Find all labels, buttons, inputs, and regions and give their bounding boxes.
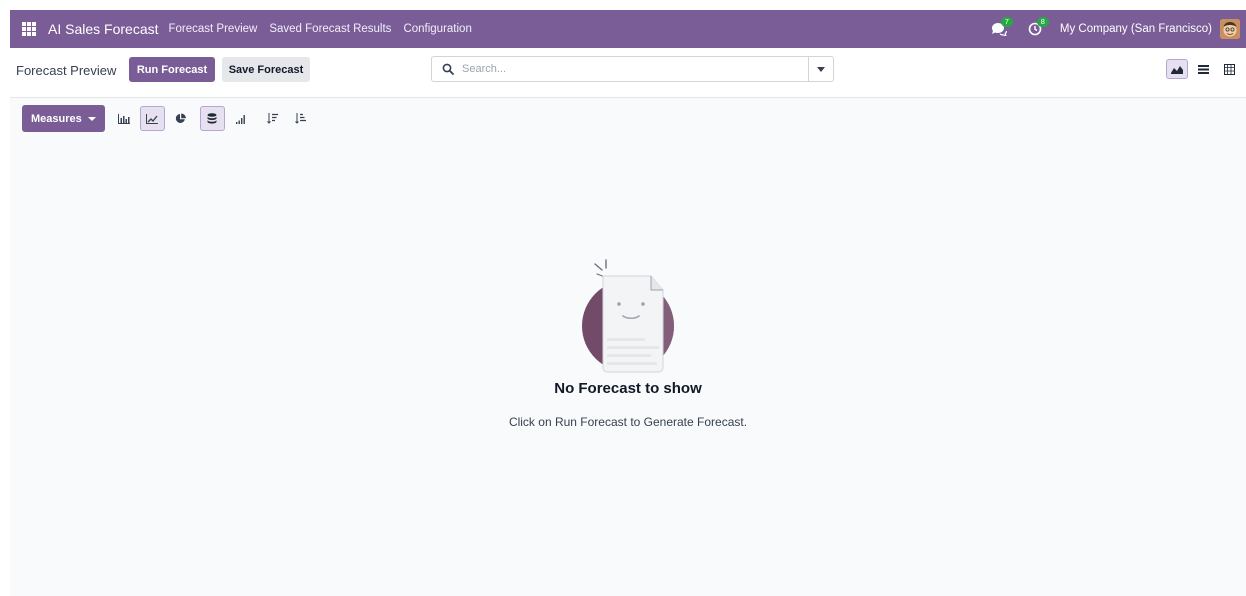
activities-button[interactable]: 8 — [1024, 17, 1049, 40]
measures-dropdown[interactable]: Measures — [22, 105, 105, 132]
graph-view-button[interactable] — [1166, 59, 1188, 79]
stacked-button[interactable] — [199, 106, 225, 131]
line-chart-button[interactable] — [139, 106, 165, 131]
activities-badge: 8 — [1036, 17, 1049, 27]
empty-document-illustration — [582, 259, 674, 373]
line-chart-icon — [146, 113, 159, 124]
graph-view-icon — [1171, 66, 1183, 74]
sort-descending-icon — [266, 113, 278, 124]
caret-down-icon — [87, 116, 96, 121]
systray: 7 8 My Company (San Francisco) — [988, 10, 1240, 48]
menu-saved-forecast-results[interactable]: Saved Forecast Results — [269, 23, 391, 35]
empty-state-title: No Forecast to show — [554, 380, 702, 397]
search-bar — [431, 56, 834, 82]
stacked-icon — [207, 113, 217, 124]
save-forecast-button[interactable]: Save Forecast — [222, 57, 310, 82]
run-forecast-button[interactable]: Run Forecast — [129, 57, 215, 82]
pivot-view-icon — [1223, 63, 1235, 75]
sort-ascending-button[interactable] — [288, 106, 313, 131]
messages-button[interactable]: 7 — [988, 17, 1013, 40]
search-icon — [442, 63, 454, 75]
view-switcher — [1162, 59, 1240, 79]
pie-chart-button[interactable] — [168, 106, 193, 131]
breadcrumb: Forecast Preview — [16, 63, 117, 78]
list-view-icon — [1197, 64, 1209, 74]
menu-forecast-preview[interactable]: Forecast Preview — [169, 23, 258, 35]
search-options-toggle[interactable] — [808, 57, 833, 81]
bar-chart-icon — [118, 113, 131, 124]
empty-state: No Forecast to show Click on Run Forecas… — [10, 258, 1246, 429]
cumulative-button[interactable] — [228, 106, 253, 131]
empty-state-subtitle: Click on Run Forecast to Generate Foreca… — [508, 415, 748, 429]
company-switcher[interactable]: My Company (San Francisco) — [1060, 23, 1212, 35]
bar-chart-button[interactable] — [112, 106, 137, 131]
user-avatar-icon — [1220, 19, 1240, 39]
pivot-view-button[interactable] — [1218, 59, 1240, 79]
app-title[interactable]: AI Sales Forecast — [48, 21, 159, 37]
graph-toolbar: Measures — [22, 105, 313, 132]
measures-label: Measures — [31, 112, 82, 125]
control-panel: Forecast Preview Run Forecast Save Forec… — [10, 48, 1246, 98]
cumulative-icon — [235, 114, 245, 124]
search-input[interactable] — [460, 62, 808, 76]
chevron-down-icon — [817, 66, 825, 72]
sort-descending-button[interactable] — [260, 106, 285, 131]
menu-configuration[interactable]: Configuration — [403, 23, 471, 35]
apps-grid-icon[interactable] — [22, 22, 36, 36]
messages-badge: 7 — [1000, 17, 1013, 27]
app-window: AI Sales Forecast Forecast Preview Saved… — [10, 10, 1246, 596]
pie-chart-icon — [175, 113, 186, 123]
avatar[interactable] — [1220, 19, 1240, 39]
top-navbar: AI Sales Forecast Forecast Preview Saved… — [10, 10, 1246, 48]
sort-ascending-icon — [294, 113, 306, 124]
list-view-button[interactable] — [1192, 59, 1214, 79]
